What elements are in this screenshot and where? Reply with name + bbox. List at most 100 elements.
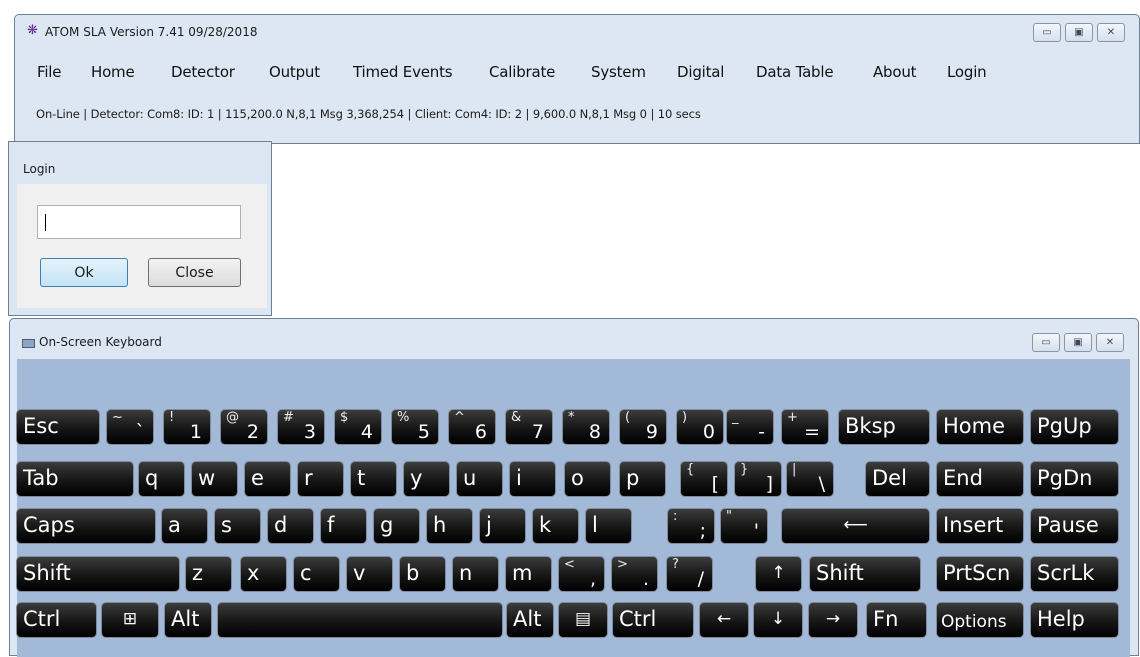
- key-f[interactable]: f: [320, 508, 367, 544]
- menu-file[interactable]: File: [37, 63, 62, 81]
- key-prtscn[interactable]: PrtScn: [936, 556, 1024, 592]
- menu-timed-events[interactable]: Timed Events: [353, 63, 453, 81]
- key-e[interactable]: e: [244, 461, 291, 497]
- enter-key[interactable]: ⟵: [781, 508, 930, 544]
- spacebar-key[interactable]: [217, 602, 503, 638]
- maximize-button[interactable]: ▣: [1064, 333, 1092, 352]
- key-insert[interactable]: Insert: [936, 508, 1024, 544]
- key-n[interactable]: n: [452, 556, 499, 592]
- key-t[interactable]: t: [350, 461, 397, 497]
- key-5[interactable]: % 5: [391, 409, 439, 445]
- key-o[interactable]: o: [564, 461, 611, 497]
- menu-about[interactable]: About: [873, 63, 917, 81]
- menu-system[interactable]: System: [591, 63, 646, 81]
- key-esc[interactable]: Esc: [16, 409, 100, 445]
- key-x46[interactable]: >.: [611, 556, 658, 592]
- key-s[interactable]: s: [214, 508, 261, 544]
- up-arrow-key[interactable]: ↑: [755, 556, 802, 592]
- key-9[interactable]: (9: [619, 409, 667, 445]
- key-ctrl[interactable]: Ctrl: [612, 602, 694, 638]
- close-button[interactable]: Close: [148, 258, 241, 287]
- key-3[interactable]: #3: [277, 409, 325, 445]
- key-tab[interactable]: Tab: [16, 461, 134, 497]
- key-u[interactable]: u: [456, 461, 503, 497]
- key-x93[interactable]: }]: [734, 461, 782, 497]
- key-x47[interactable]: ? /: [666, 556, 713, 592]
- key-h[interactable]: h: [426, 508, 473, 544]
- key-shift[interactable]: Shift: [809, 556, 921, 592]
- key-2[interactable]: @2: [220, 409, 268, 445]
- key-z[interactable]: z: [185, 556, 232, 592]
- key-end[interactable]: End: [936, 461, 1024, 497]
- key-x96[interactable]: ~ `: [106, 409, 154, 445]
- key-8[interactable]: * 8: [562, 409, 610, 445]
- windows-logo-key[interactable]: ⊞: [101, 602, 159, 638]
- menu-digital[interactable]: Digital: [677, 63, 724, 81]
- key-fn[interactable]: Fn: [866, 602, 927, 638]
- key-x39[interactable]: " ': [720, 508, 768, 544]
- key-a[interactable]: a: [161, 508, 208, 544]
- key-options[interactable]: Options: [936, 602, 1024, 638]
- key-1[interactable]: ! 1: [163, 409, 211, 445]
- key-x61[interactable]: + =: [781, 409, 829, 445]
- key-0[interactable]: ) 0: [676, 409, 724, 445]
- key-p[interactable]: p: [619, 461, 666, 497]
- key-shift[interactable]: Shift: [16, 556, 180, 592]
- key-j[interactable]: j: [479, 508, 526, 544]
- key-bksp[interactable]: Bksp: [838, 409, 930, 445]
- key-x44[interactable]: <,: [558, 556, 605, 592]
- key-label: PgUp: [1037, 414, 1092, 438]
- menu-key-key[interactable]: ▤: [558, 602, 608, 638]
- left-arrow-key[interactable]: ←: [699, 602, 749, 638]
- right-arrow-key[interactable]: →: [808, 602, 858, 638]
- minimize-button[interactable]: ▭: [1032, 333, 1060, 352]
- key-7[interactable]: & 7: [505, 409, 553, 445]
- key-alt[interactable]: Alt: [506, 602, 554, 638]
- key-k[interactable]: k: [532, 508, 579, 544]
- title-bar[interactable]: ❋ ATOM SLA Version 7.41 09/28/2018 ▭ ▣ ✕: [15, 15, 1139, 47]
- menu-data-table[interactable]: Data Table: [756, 63, 834, 81]
- key-del[interactable]: Del: [865, 461, 930, 497]
- key-pgdn[interactable]: PgDn: [1030, 461, 1119, 497]
- key-6[interactable]: ^ 6: [448, 409, 496, 445]
- key-pause[interactable]: Pause: [1030, 508, 1119, 544]
- key-x[interactable]: x: [240, 556, 287, 592]
- menu-calibrate[interactable]: Calibrate: [489, 63, 555, 81]
- down-arrow-key[interactable]: ↓: [753, 602, 803, 638]
- key-scrlk[interactable]: ScrLk: [1030, 556, 1119, 592]
- key-r[interactable]: r: [297, 461, 344, 497]
- key-home[interactable]: Home: [936, 409, 1024, 445]
- key-c[interactable]: c: [293, 556, 340, 592]
- key-m[interactable]: m: [505, 556, 552, 592]
- key-pgup[interactable]: PgUp: [1030, 409, 1119, 445]
- close-window-button[interactable]: ✕: [1097, 23, 1125, 42]
- key-ctrl[interactable]: Ctrl: [16, 602, 97, 638]
- password-input[interactable]: [37, 205, 241, 239]
- key-x92[interactable]: | \: [786, 461, 834, 497]
- key-w[interactable]: w: [191, 461, 238, 497]
- key-v[interactable]: v: [346, 556, 393, 592]
- key-l[interactable]: l: [585, 508, 632, 544]
- menu-home[interactable]: Home: [91, 63, 135, 81]
- close-window-button[interactable]: ✕: [1096, 333, 1124, 352]
- ok-button[interactable]: Ok: [40, 258, 128, 287]
- key-caps[interactable]: Caps: [16, 508, 156, 544]
- key-alt[interactable]: Alt: [164, 602, 212, 638]
- key-x91[interactable]: {[: [680, 461, 728, 497]
- key-4[interactable]: $4: [334, 409, 382, 445]
- key-y[interactable]: y: [403, 461, 450, 497]
- key-x45[interactable]: _ -: [726, 409, 774, 445]
- key-b[interactable]: b: [399, 556, 446, 592]
- key-help[interactable]: Help: [1030, 602, 1119, 638]
- key-g[interactable]: g: [373, 508, 420, 544]
- minimize-button[interactable]: ▭: [1033, 23, 1061, 42]
- menu-detector[interactable]: Detector: [171, 63, 235, 81]
- menu-login[interactable]: Login: [947, 63, 987, 81]
- key-q[interactable]: q: [138, 461, 185, 497]
- key-x59[interactable]: :;: [667, 508, 715, 544]
- key-label: 9: [645, 421, 658, 443]
- key-i[interactable]: i: [509, 461, 556, 497]
- maximize-button[interactable]: ▣: [1065, 23, 1093, 42]
- key-d[interactable]: d: [267, 508, 314, 544]
- menu-output[interactable]: Output: [269, 63, 320, 81]
